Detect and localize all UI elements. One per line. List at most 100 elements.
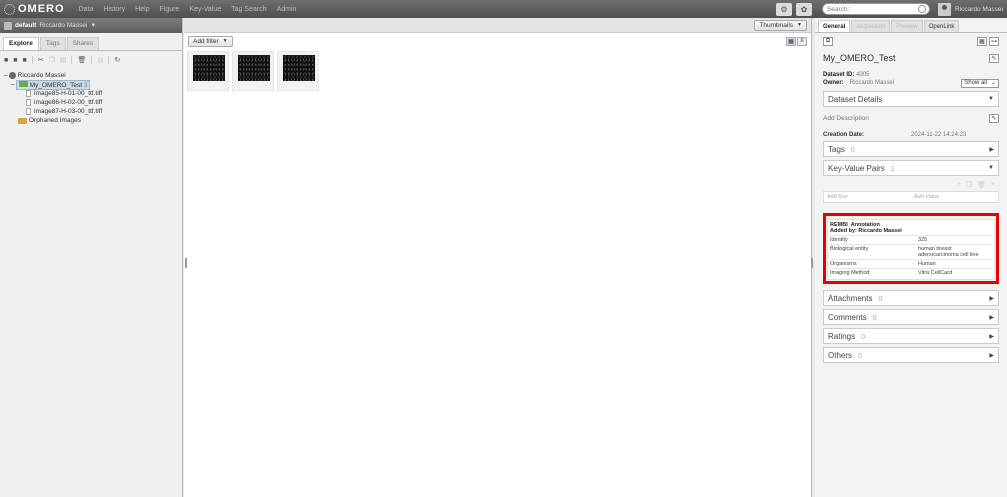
search-placeholder: Search: bbox=[826, 5, 850, 13]
right-tabs: General Acquisition Preview OpenLink bbox=[815, 18, 1007, 33]
open-dataset-icon[interactable]: ⧉ bbox=[823, 37, 833, 46]
omero-logo[interactable]: OMERO bbox=[4, 3, 65, 15]
owner-label: Owner: bbox=[823, 80, 844, 86]
key-value-panel[interactable]: Key-Value Pairs 1 ▼ bbox=[823, 160, 999, 176]
tab-acquisition[interactable]: Acquisition bbox=[851, 20, 891, 32]
new-folder-icon[interactable]: ■ bbox=[22, 57, 26, 64]
dataset-id: 4005 bbox=[856, 72, 870, 78]
image-file-icon bbox=[26, 108, 31, 115]
chevron-down-icon: ▼ bbox=[797, 22, 802, 28]
kv-new-row[interactable]: Add Key Add Value bbox=[823, 191, 999, 203]
dataset-meta: Dataset ID: 4005 Owner: Riccardo Massei S… bbox=[823, 72, 999, 88]
nav-tag-search[interactable]: Tag Search bbox=[231, 6, 266, 13]
new-project-icon[interactable]: ■ bbox=[4, 57, 8, 64]
edit-name-icon[interactable]: ✎ bbox=[989, 53, 999, 63]
tab-preview[interactable]: Preview bbox=[891, 20, 923, 32]
paste-icon[interactable]: ▤ bbox=[60, 56, 67, 64]
kv-key: Organisms bbox=[830, 261, 857, 267]
tab-explore[interactable]: Explore bbox=[3, 37, 39, 50]
add-key-field[interactable]: Add Key bbox=[824, 194, 911, 200]
omero-logo-icon bbox=[4, 3, 15, 15]
scripts-icon[interactable]: ⚙ bbox=[775, 2, 792, 16]
user-menu[interactable]: Riccardo Massei bbox=[955, 6, 1003, 13]
copy-icon[interactable]: ❐ bbox=[966, 181, 972, 189]
add-value-field[interactable]: Add Value bbox=[911, 194, 998, 200]
group-selector[interactable]: default Riccardo Massei ▼ bbox=[0, 18, 182, 33]
tab-shares[interactable]: Shares bbox=[66, 37, 100, 50]
kv-value: Vitra CellCard bbox=[918, 270, 953, 276]
refresh-icon[interactable]: ↻ bbox=[114, 56, 120, 64]
delete-icon[interactable]: 🗑 bbox=[77, 56, 86, 64]
chgrp-icon[interactable]: ◎ bbox=[97, 56, 103, 64]
person-icon bbox=[8, 72, 16, 79]
nav-figure[interactable]: Figure bbox=[160, 6, 180, 13]
image-file-icon bbox=[26, 99, 31, 106]
view-mode-dropdown[interactable]: Thumbnails ▼ bbox=[754, 19, 807, 31]
user-avatar-icon[interactable] bbox=[937, 2, 951, 16]
add-filter-dropdown[interactable]: Add filter ▼ bbox=[188, 35, 233, 47]
cut-icon[interactable]: ✂ bbox=[38, 56, 44, 64]
tab-general[interactable]: General bbox=[818, 20, 851, 32]
tags-panel[interactable]: Tags 0 ▶ bbox=[823, 141, 999, 157]
view-mode-label: Thumbnails bbox=[759, 21, 794, 29]
tags-label: Tags bbox=[828, 144, 845, 154]
chevron-down-icon: ▼ bbox=[90, 22, 97, 29]
image-label: image85-H-01-00_ttf.tiff bbox=[34, 90, 103, 97]
grid-icon[interactable]: ▦ bbox=[977, 37, 987, 46]
group-name: default bbox=[15, 22, 37, 29]
collapse-icon[interactable]: – bbox=[4, 72, 8, 79]
attachments-panel[interactable]: Attachments 0 ▶ bbox=[823, 290, 999, 306]
ratings-panel[interactable]: Ratings 0 ▶ bbox=[823, 328, 999, 344]
table-row: Biological entity human breast adenocarc… bbox=[830, 244, 992, 259]
edit-description-icon[interactable]: ✎ bbox=[989, 114, 999, 123]
copy-icon[interactable]: ❐ bbox=[49, 56, 55, 64]
left-splitter-handle[interactable] bbox=[185, 258, 187, 268]
tree-image[interactable]: image86-H-02-00_ttf.tiff bbox=[4, 98, 182, 107]
tab-tags[interactable]: Tags bbox=[39, 37, 66, 50]
thumbnail[interactable] bbox=[187, 51, 229, 91]
divider bbox=[91, 56, 93, 64]
tab-openlink[interactable]: OpenLink bbox=[923, 20, 960, 32]
tree-orphaned[interactable]: Orphaned Images bbox=[4, 116, 182, 125]
show-all-dropdown[interactable]: Show all ⌄ bbox=[961, 79, 999, 88]
folder-icon bbox=[18, 117, 27, 124]
tree-image[interactable]: image85-H-01-00_ttf.tiff bbox=[4, 89, 182, 98]
add-filter-label: Add filter bbox=[193, 37, 219, 45]
center-toolbar: Add filter ▼ ▦ ≡ bbox=[184, 33, 811, 49]
search-input[interactable]: Search: bbox=[821, 3, 930, 15]
link-icon[interactable]: ⊶ bbox=[989, 37, 999, 46]
nav-help[interactable]: Help bbox=[135, 6, 149, 13]
list-view-icon[interactable]: ≡ bbox=[797, 36, 807, 46]
selected-dataset[interactable]: My_OMERO_Test 3 bbox=[15, 79, 91, 90]
close-icon[interactable]: × bbox=[991, 181, 995, 189]
nav-key-value[interactable]: Key-Value bbox=[189, 6, 221, 13]
nav-admin[interactable]: Admin bbox=[277, 6, 297, 13]
description-row: Add Description ✎ bbox=[823, 114, 999, 123]
right-splitter-handle[interactable] bbox=[811, 258, 813, 268]
collapse-icon[interactable]: – bbox=[11, 81, 15, 88]
nav-history[interactable]: History bbox=[103, 6, 125, 13]
others-panel[interactable]: Others 0 ▶ bbox=[823, 347, 999, 363]
add-icon[interactable]: + bbox=[957, 181, 961, 189]
grid-view-icon[interactable]: ▦ bbox=[786, 36, 796, 46]
divider bbox=[108, 56, 110, 64]
dataset-folder-icon bbox=[18, 80, 28, 87]
add-description[interactable]: Add Description bbox=[823, 115, 869, 122]
comments-label: Comments bbox=[828, 312, 867, 322]
search-icon[interactable] bbox=[917, 5, 926, 13]
group-user: Riccardo Massei bbox=[39, 22, 88, 29]
activities-icon[interactable]: ✿ bbox=[795, 2, 812, 16]
tree-dataset[interactable]: – My_OMERO_Test 3 bbox=[4, 79, 182, 90]
delete-icon[interactable]: 🗑 bbox=[977, 181, 986, 189]
kv-key: Imaging Method bbox=[830, 270, 870, 276]
thumbnail[interactable] bbox=[232, 51, 274, 91]
attachments-label: Attachments bbox=[828, 293, 873, 303]
tree-image[interactable]: image87-H-03-00_ttf.tiff bbox=[4, 107, 182, 116]
thumbnail[interactable] bbox=[277, 51, 319, 91]
new-dataset-icon[interactable]: ■ bbox=[13, 57, 17, 64]
dataset-details-panel[interactable]: Dataset Details ▼ bbox=[823, 91, 999, 107]
thumbnail-image bbox=[193, 55, 225, 81]
comments-panel[interactable]: Comments 0 ▶ bbox=[823, 309, 999, 325]
nav-data[interactable]: Data bbox=[79, 6, 94, 13]
top-nav: Data History Help Figure Key-Value Tag S… bbox=[79, 6, 297, 13]
